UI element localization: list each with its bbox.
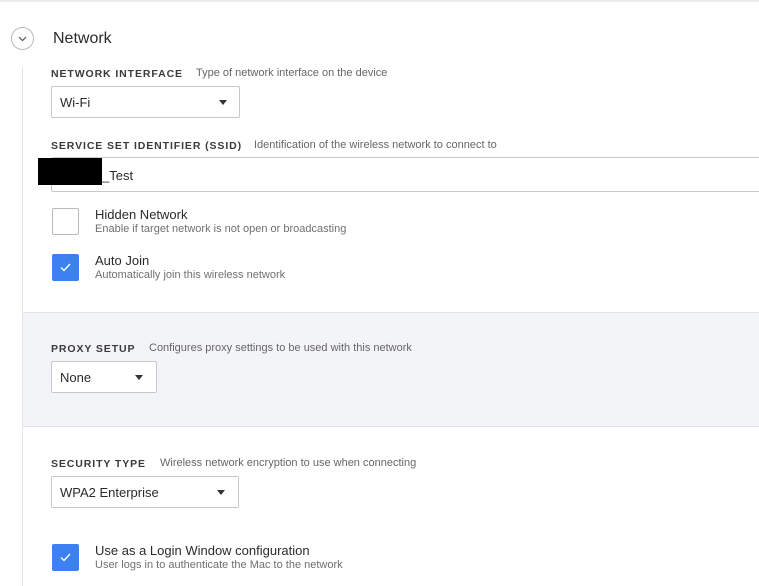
ssid-value: _Test (102, 168, 134, 183)
checkmark-icon (60, 553, 71, 562)
security-type-description: Wireless network encryption to use when … (160, 457, 417, 469)
network-settings-page: Network NETWORK INTERFACE Type of networ… (0, 0, 759, 586)
proxy-setup-description: Configures proxy settings to be used wit… (149, 342, 412, 354)
auto-join-title: Auto Join (95, 253, 150, 268)
hidden-network-title: Hidden Network (95, 207, 188, 222)
redaction-box (38, 158, 102, 185)
hidden-network-description: Enable if target network is not open or … (95, 223, 347, 235)
checkmark-icon (60, 263, 71, 272)
caret-down-icon (219, 100, 227, 105)
network-interface-value: Wi-Fi (60, 95, 91, 110)
caret-down-icon (135, 375, 143, 380)
proxy-setup-label: PROXY SETUP (51, 343, 136, 355)
network-interface-description: Type of network interface on the device (196, 67, 388, 79)
proxy-setup-select[interactable]: None (51, 361, 157, 393)
ssid-input[interactable]: _Test (38, 157, 759, 192)
ssid-label: SERVICE SET IDENTIFIER (SSID) (51, 140, 243, 152)
collapse-button[interactable] (11, 27, 34, 50)
login-window-checkbox[interactable] (52, 544, 79, 571)
auto-join-description: Automatically join this wireless network (95, 269, 286, 281)
chevron-down-icon (18, 36, 27, 41)
network-interface-select[interactable]: Wi-Fi (51, 86, 240, 118)
login-window-title: Use as a Login Window configuration (95, 543, 310, 558)
network-section-header[interactable]: Network (0, 0, 759, 68)
security-type-select[interactable]: WPA2 Enterprise (51, 476, 239, 508)
auto-join-checkbox[interactable] (52, 254, 79, 281)
security-type-value: WPA2 Enterprise (60, 485, 159, 500)
caret-down-icon (217, 490, 225, 495)
hidden-network-checkbox[interactable] (52, 208, 79, 235)
section-title: Network (53, 30, 112, 47)
security-type-label: SECURITY TYPE (51, 458, 146, 470)
ssid-description: Identification of the wireless network t… (254, 139, 497, 151)
network-interface-label: NETWORK INTERFACE (51, 68, 183, 80)
login-window-description: User logs in to authenticate the Mac to … (95, 559, 343, 571)
proxy-setup-value: None (60, 370, 92, 385)
